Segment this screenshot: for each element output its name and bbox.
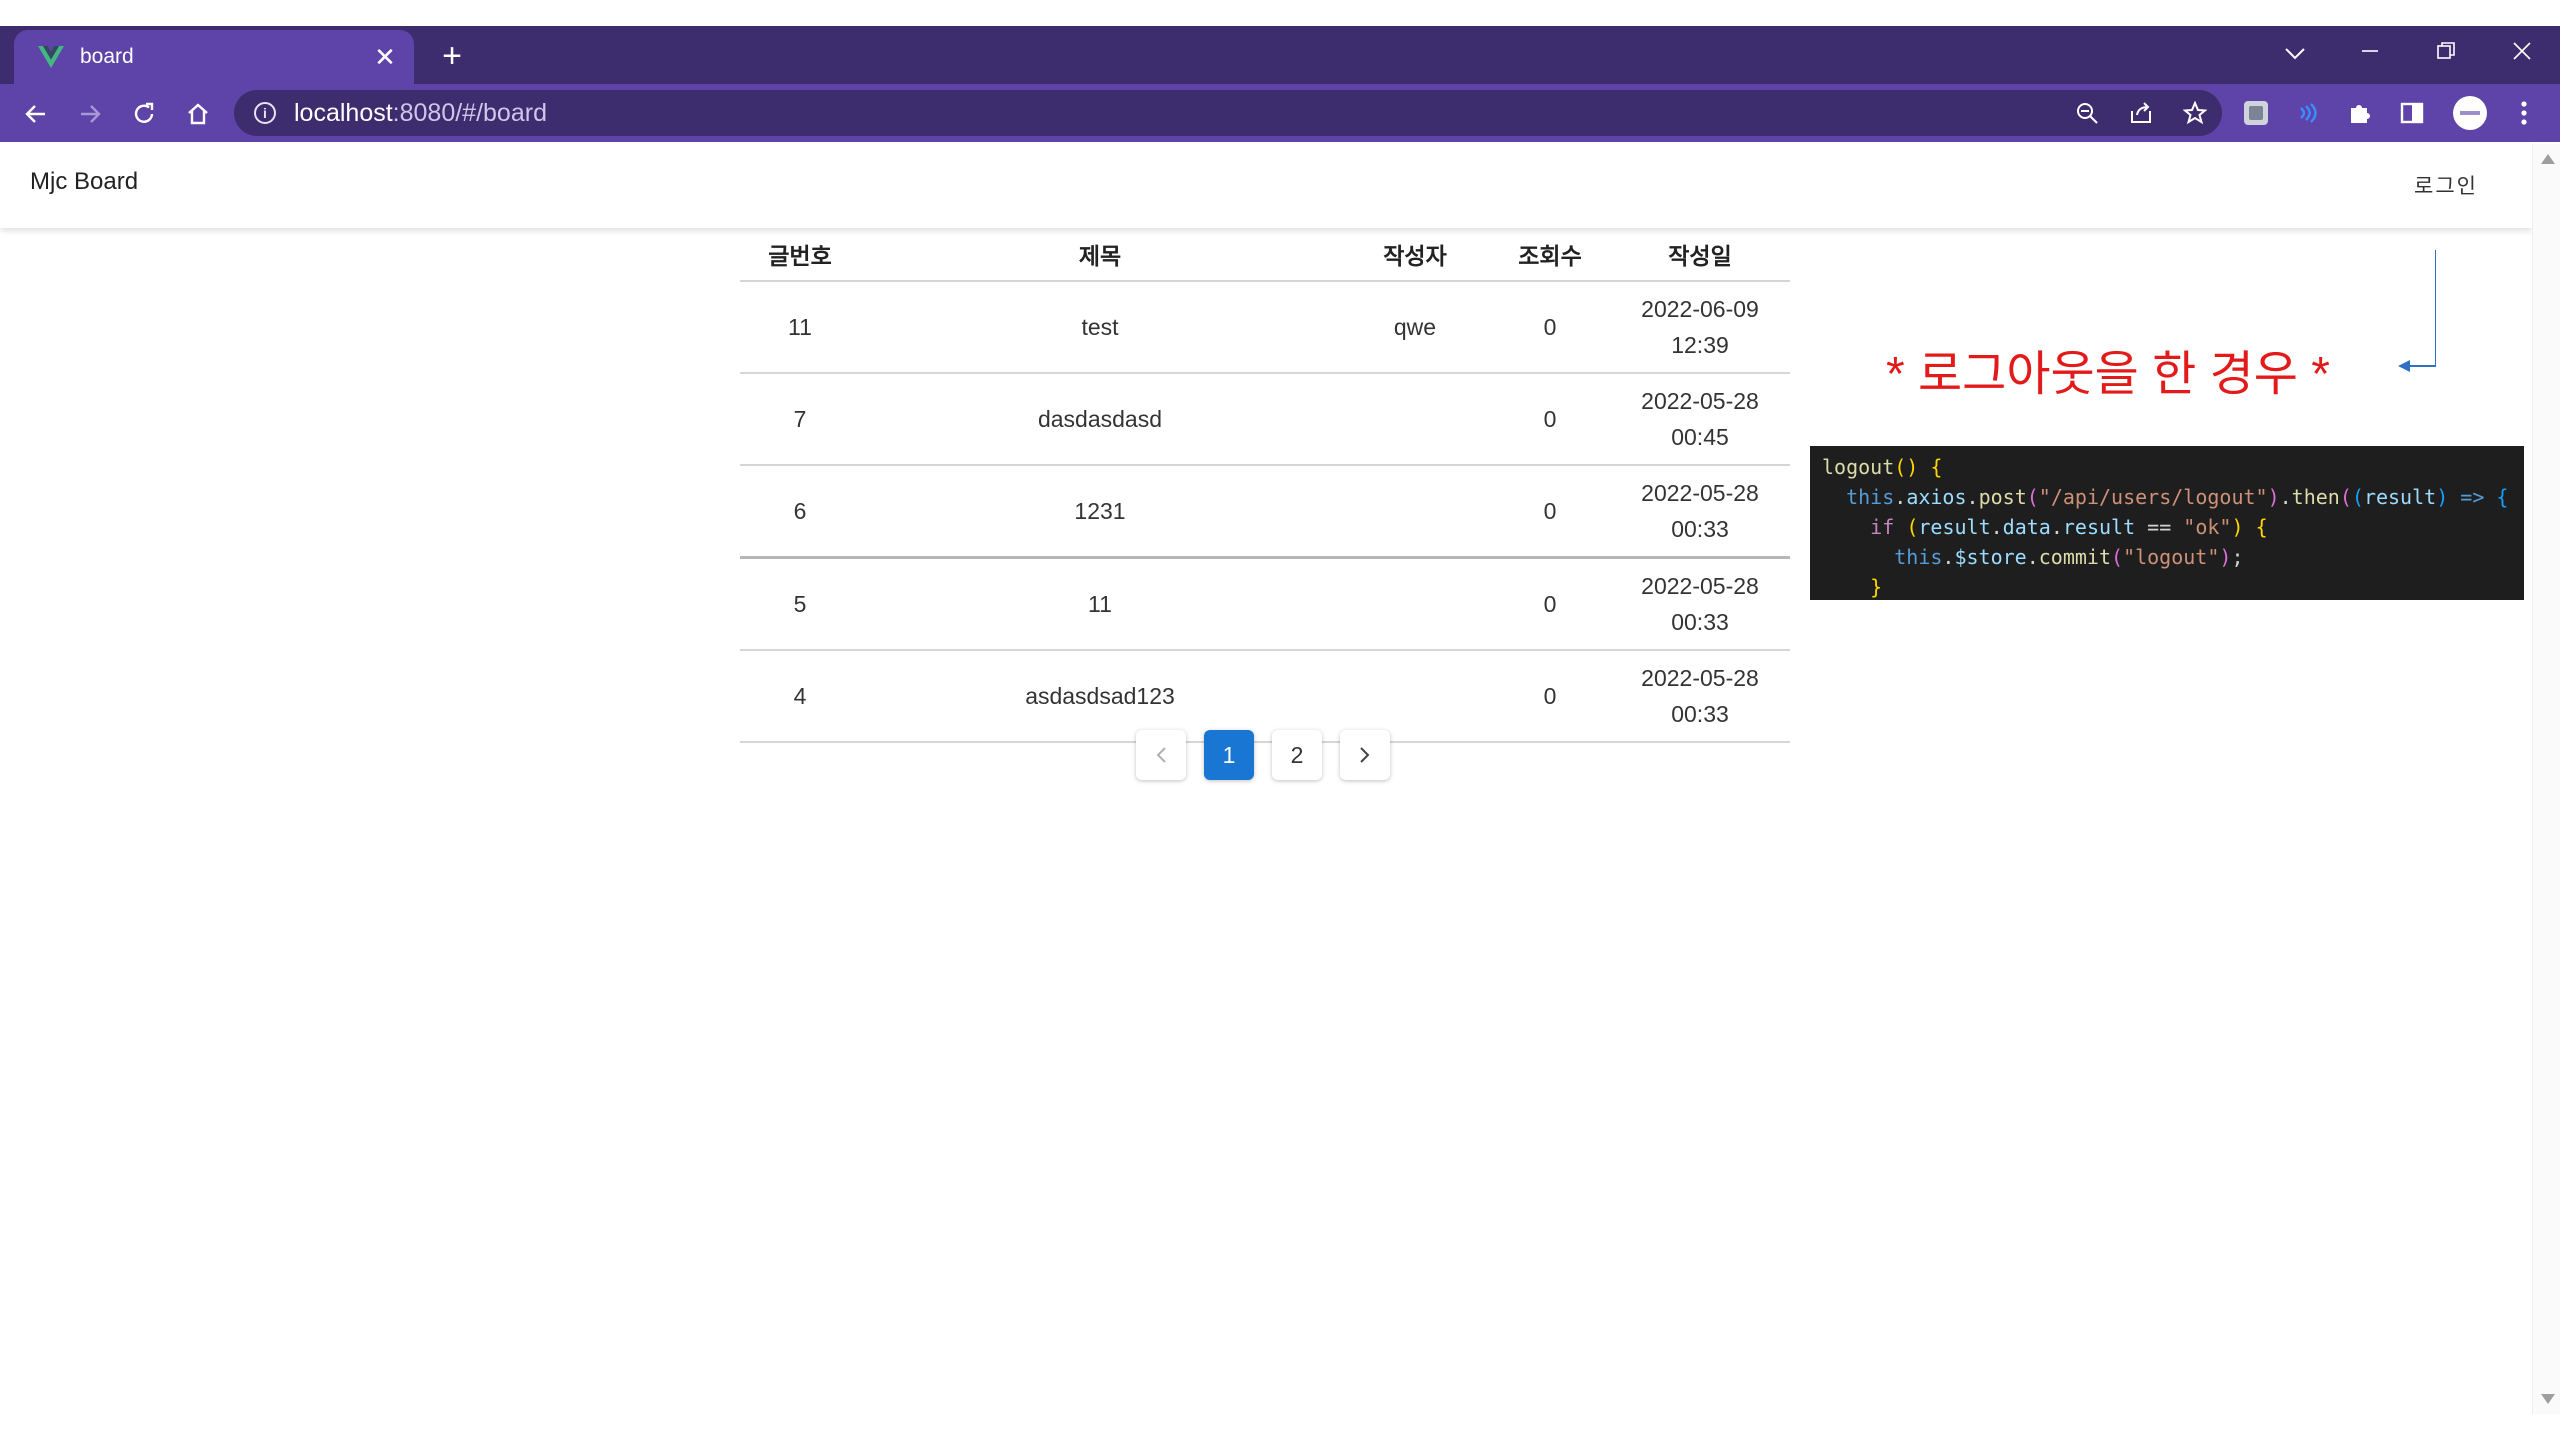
- cell-author: [1340, 373, 1490, 466]
- code-line: }: [1870, 575, 1883, 599]
- page-button-2[interactable]: 2: [1272, 730, 1322, 780]
- url-text: localhost:8080/#/board: [294, 98, 547, 127]
- close-tab-icon[interactable]: ✕: [370, 42, 400, 73]
- reload-icon[interactable]: [122, 92, 166, 136]
- restore-icon[interactable]: [2408, 26, 2484, 76]
- page-scrollbar[interactable]: [2532, 144, 2560, 1414]
- cell-number: 4: [740, 650, 860, 743]
- close-window-icon[interactable]: [2484, 26, 2560, 76]
- column-header-date: 작성일: [1610, 228, 1790, 282]
- address-bar[interactable]: i localhost:8080/#/board: [234, 90, 2222, 136]
- cell-number: 7: [740, 373, 860, 466]
- chevron-left-icon: [1156, 747, 1166, 763]
- extensions-puzzle-icon[interactable]: [2334, 92, 2386, 134]
- cell-date-time: 12:39: [1671, 332, 1729, 358]
- annotation-arrow-icon: [2398, 250, 2436, 372]
- logout-code-snippet: logout() { this.axios.post("/api/users/l…: [1810, 446, 2524, 600]
- cell-date-time: 00:33: [1671, 516, 1729, 542]
- cell-author: qwe: [1340, 281, 1490, 374]
- column-header-views: 조회수: [1490, 228, 1610, 282]
- cell-number: 5: [740, 557, 860, 651]
- cell-views: 0: [1490, 373, 1610, 466]
- board-table: 글번호 제목 작성자 조회수 작성일 11 test qwe 0 2022-06…: [740, 228, 1790, 743]
- cell-date-day: 2022-05-28: [1641, 388, 1759, 414]
- cell-date-day: 2022-05-28: [1641, 573, 1759, 599]
- cell-date: 2022-05-28 00:45: [1610, 373, 1790, 466]
- cell-date-time: 00:45: [1671, 424, 1729, 450]
- scroll-up-arrow-icon[interactable]: [2541, 154, 2555, 164]
- app-header: Mjc Board 로그인: [0, 144, 2532, 228]
- more-menu-icon[interactable]: [2498, 92, 2550, 134]
- cell-date: 2022-05-28 00:33: [1610, 650, 1790, 743]
- vue-logo-icon: [36, 42, 66, 72]
- code-line: this.$store.commit("logout");: [1894, 545, 2244, 569]
- tab-search-icon[interactable]: [2270, 34, 2320, 74]
- cell-date: 2022-05-28 00:33: [1610, 557, 1790, 651]
- site-info-icon[interactable]: i: [254, 102, 276, 124]
- next-page-button[interactable]: [1340, 730, 1390, 780]
- back-icon[interactable]: [14, 92, 58, 136]
- cell-title[interactable]: test: [860, 281, 1340, 374]
- chevron-right-icon: [1360, 747, 1370, 763]
- cell-date: 2022-05-28 00:33: [1610, 465, 1790, 559]
- home-icon[interactable]: [176, 92, 220, 136]
- prev-page-button[interactable]: [1136, 730, 1186, 780]
- cell-date-time: 00:33: [1671, 701, 1729, 727]
- cell-title[interactable]: 11: [860, 557, 1340, 651]
- cell-date-day: 2022-06-09: [1641, 296, 1759, 322]
- column-header-title: 제목: [860, 228, 1340, 282]
- browser-tab[interactable]: board ✕: [14, 30, 414, 84]
- cell-number: 6: [740, 465, 860, 559]
- column-header-author: 작성자: [1340, 228, 1490, 282]
- table-header-row: 글번호 제목 작성자 조회수 작성일: [740, 228, 1790, 282]
- share-icon[interactable]: [2114, 90, 2168, 136]
- cell-number: 11: [740, 281, 860, 374]
- cell-views: 0: [1490, 281, 1610, 374]
- code-line: if (result.data.result == "ok") {: [1870, 515, 2268, 539]
- annotation-text: * 로그아웃을 한 경우 *: [1886, 348, 2330, 401]
- cell-views: 0: [1490, 465, 1610, 559]
- profile-avatar-icon[interactable]: [2444, 92, 2496, 134]
- browser-toolbar: i localhost:8080/#/board: [0, 84, 2560, 142]
- cell-date-day: 2022-05-28: [1641, 480, 1759, 506]
- code-line: this.axios.post("/api/users/logout").the…: [1846, 485, 2509, 509]
- extension-wave-icon[interactable]: [2282, 92, 2334, 134]
- zoom-icon[interactable]: [2060, 90, 2114, 136]
- code-line: logout() {: [1822, 455, 1943, 479]
- table-row[interactable]: 5 11 0 2022-05-28 00:33: [740, 557, 1790, 651]
- minimize-icon[interactable]: [2332, 26, 2408, 76]
- cell-author: [1340, 557, 1490, 651]
- scroll-down-arrow-icon[interactable]: [2541, 1394, 2555, 1404]
- table-row[interactable]: 6 1231 0 2022-05-28 00:33: [740, 465, 1790, 559]
- cell-title[interactable]: asdasdsad123: [860, 650, 1340, 743]
- pagination: 1 2: [1136, 730, 1408, 780]
- tab-bar: board ✕ +: [0, 26, 2560, 84]
- cell-date-day: 2022-05-28: [1641, 665, 1759, 691]
- cell-views: 0: [1490, 557, 1610, 651]
- board-table-container: 글번호 제목 작성자 조회수 작성일 11 test qwe 0 2022-06…: [740, 228, 1790, 743]
- extension-square-icon[interactable]: [2230, 92, 2282, 134]
- new-tab-icon[interactable]: +: [432, 36, 472, 76]
- page-button-1[interactable]: 1: [1204, 730, 1254, 780]
- cell-title[interactable]: 1231: [860, 465, 1340, 559]
- column-header-number: 글번호: [740, 228, 860, 282]
- cell-date: 2022-06-09 12:39: [1610, 281, 1790, 374]
- table-row[interactable]: 7 dasdasdasd 0 2022-05-28 00:45: [740, 373, 1790, 466]
- brand-title[interactable]: Mjc Board: [30, 168, 138, 196]
- cell-title[interactable]: dasdasdasd: [860, 373, 1340, 466]
- tab-title: board: [80, 45, 134, 68]
- top-strip: [0, 0, 2560, 26]
- forward-icon[interactable]: [68, 92, 112, 136]
- cell-views: 0: [1490, 650, 1610, 743]
- side-panel-icon[interactable]: [2386, 92, 2438, 134]
- bookmark-star-icon[interactable]: [2168, 90, 2222, 136]
- cell-author: [1340, 650, 1490, 743]
- login-button[interactable]: 로그인: [2414, 170, 2478, 200]
- table-row[interactable]: 4 asdasdsad123 0 2022-05-28 00:33: [740, 650, 1790, 743]
- cell-author: [1340, 465, 1490, 559]
- table-row[interactable]: 11 test qwe 0 2022-06-09 12:39: [740, 281, 1790, 374]
- cell-date-time: 00:33: [1671, 609, 1729, 635]
